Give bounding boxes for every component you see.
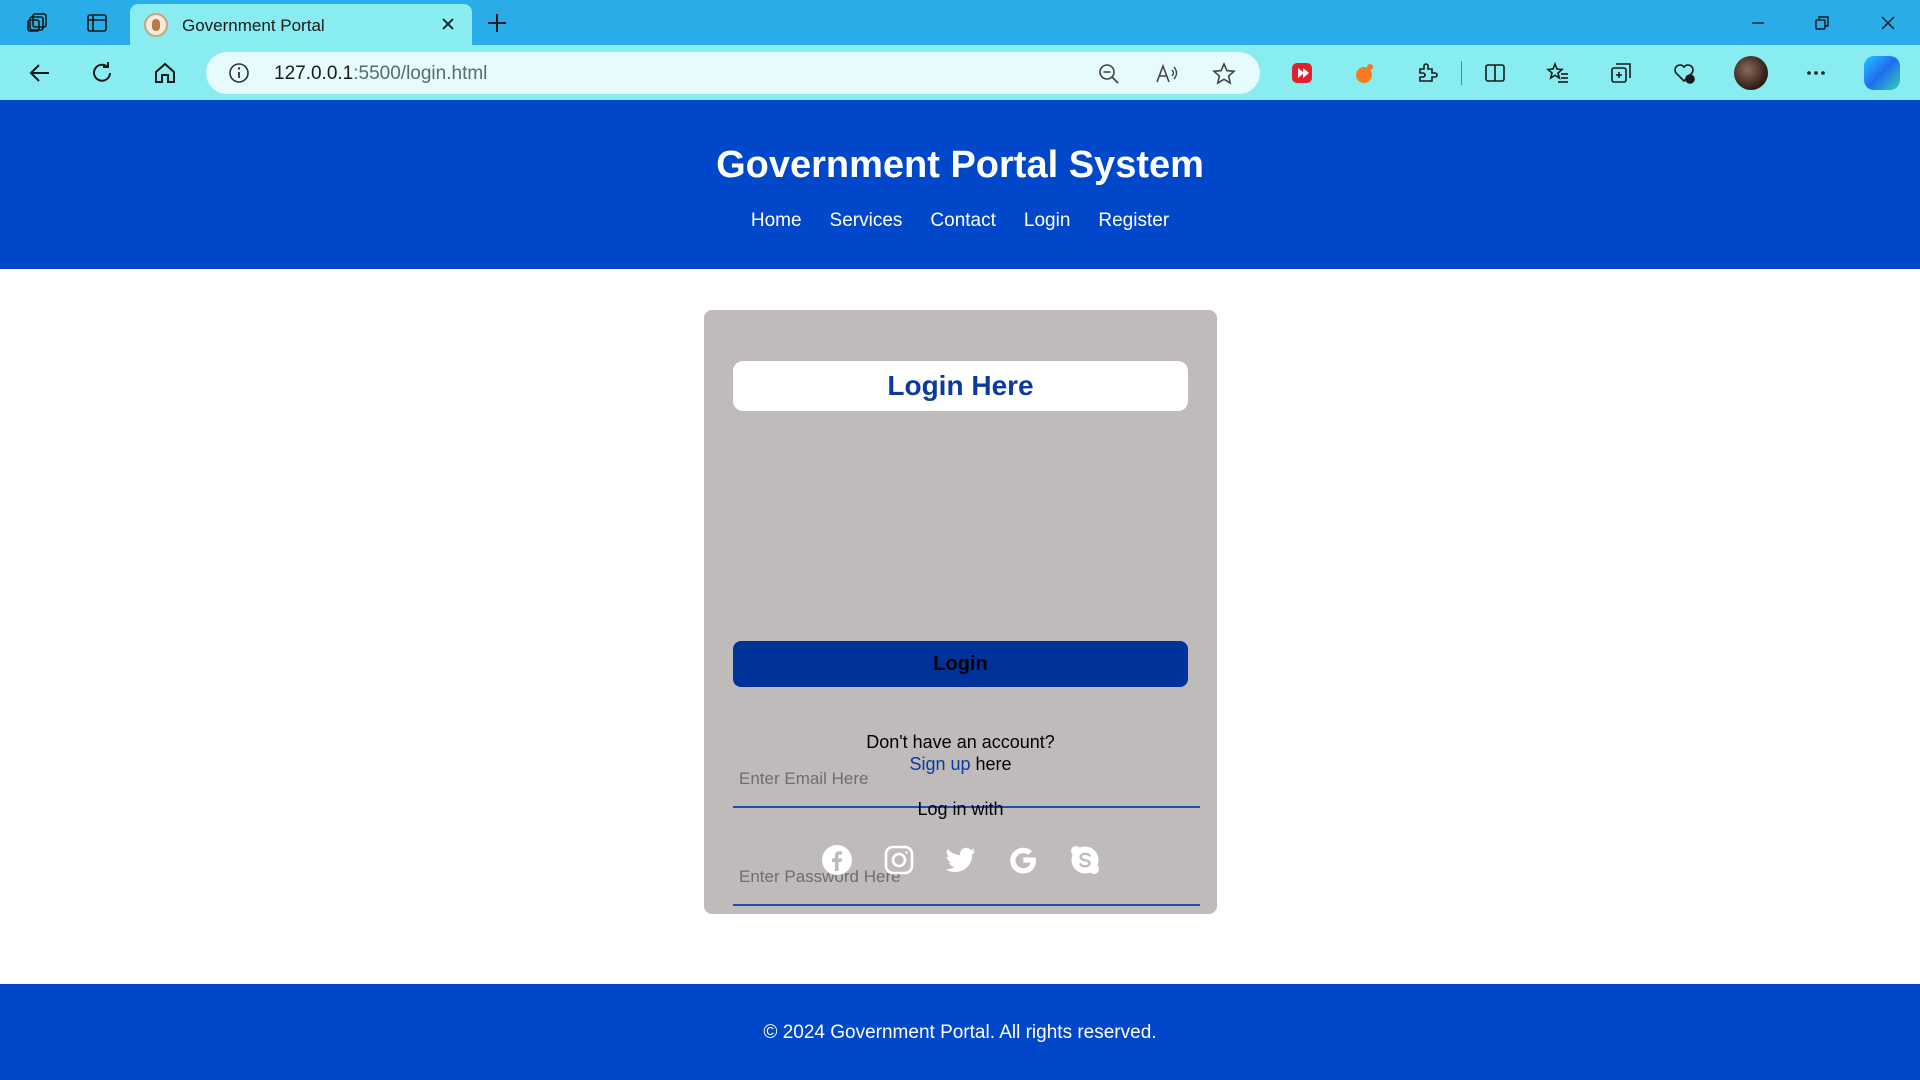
tab-title: Government Portal	[182, 16, 325, 35]
extension-orange-icon[interactable]	[1349, 57, 1381, 89]
favorite-star-icon[interactable]	[1211, 61, 1237, 87]
nav-register[interactable]: Register	[1098, 210, 1169, 232]
signup-prompt: Don't have an account? Sign up here	[704, 731, 1217, 775]
browser-essentials-icon[interactable]	[1668, 57, 1700, 89]
login-heading-box: Login Here	[733, 361, 1188, 411]
extension-red-icon[interactable]	[1286, 57, 1318, 89]
site-header: Government Portal System Home Services C…	[0, 100, 1920, 269]
minimize-icon[interactable]	[1738, 8, 1778, 38]
url-text: 127.0.0.1:5500/login.html	[274, 63, 487, 85]
extensions-puzzle-icon[interactable]	[1411, 57, 1443, 89]
refresh-icon[interactable]	[86, 57, 118, 89]
toolbar-separator	[1461, 61, 1462, 85]
login-with-text: Log in with	[917, 799, 1004, 819]
address-bar[interactable]: 127.0.0.1:5500/login.html	[206, 52, 1260, 94]
google-icon[interactable]	[1007, 844, 1039, 876]
login-heading: Login Here	[887, 370, 1034, 401]
copilot-icon[interactable]	[1864, 56, 1900, 90]
site-info-icon[interactable]	[228, 62, 250, 84]
new-tab-icon[interactable]	[482, 8, 512, 38]
active-tab[interactable]: Government Portal	[130, 4, 472, 45]
url-path: :5500/login.html	[353, 63, 488, 84]
close-window-icon[interactable]	[1868, 8, 1908, 38]
signup-suffix: here	[975, 754, 1012, 774]
browser-toolbar: 127.0.0.1:5500/login.html	[0, 45, 1920, 100]
tab-actions-icon[interactable]	[82, 8, 112, 38]
instagram-icon[interactable]	[883, 844, 915, 876]
twitter-icon[interactable]	[945, 844, 977, 876]
zoom-out-icon[interactable]	[1096, 61, 1122, 87]
login-card: Login Here Login Don't have an account? …	[704, 310, 1217, 914]
restore-icon[interactable]	[1802, 8, 1842, 38]
copyright-text: © 2024 Government Portal. All rights res…	[763, 1022, 1157, 1043]
home-icon[interactable]	[149, 57, 181, 89]
browser-tab-bar: Government Portal	[0, 0, 1920, 45]
nav-services[interactable]: Services	[830, 210, 903, 232]
site-title: Government Portal System	[716, 144, 1204, 186]
close-tab-icon[interactable]	[438, 14, 458, 34]
collections-icon[interactable]	[1605, 57, 1637, 89]
social-login-row	[704, 844, 1217, 876]
skype-icon[interactable]	[1069, 844, 1101, 876]
site-nav: Home Services Contact Login Register	[0, 210, 1920, 232]
site-footer: © 2024 Government Portal. All rights res…	[0, 984, 1920, 1080]
workspaces-icon[interactable]	[22, 8, 52, 38]
url-host: 127.0.0.1	[274, 63, 354, 84]
signup-link[interactable]: Sign up	[909, 754, 970, 774]
facebook-icon[interactable]	[821, 844, 853, 876]
no-account-text: Don't have an account?	[866, 732, 1055, 752]
read-aloud-icon[interactable]	[1154, 61, 1180, 87]
split-screen-icon[interactable]	[1479, 57, 1511, 89]
favorites-icon[interactable]	[1542, 57, 1574, 89]
nav-login[interactable]: Login	[1024, 210, 1071, 232]
login-button[interactable]: Login	[733, 641, 1188, 687]
more-options-icon[interactable]	[1800, 57, 1832, 89]
nav-home[interactable]: Home	[751, 210, 802, 232]
back-icon[interactable]	[24, 57, 56, 89]
profile-avatar[interactable]	[1734, 56, 1768, 90]
nav-contact[interactable]: Contact	[930, 210, 995, 232]
site-favicon-icon	[144, 13, 168, 37]
